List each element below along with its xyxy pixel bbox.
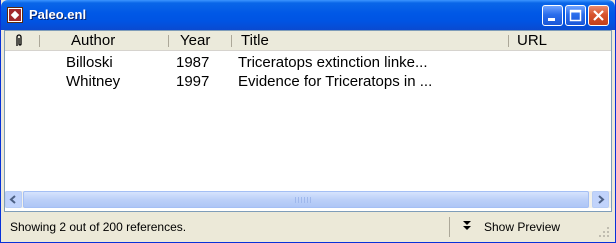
author-cell: Whitney: [66, 73, 121, 90]
scroll-left-button[interactable]: [5, 191, 22, 208]
endnote-app-icon[interactable]: [7, 7, 23, 23]
reference-row[interactable]: Billoski 1987 Triceratops extinction lin…: [5, 53, 611, 72]
chevron-left-icon: [9, 195, 16, 204]
column-header-bar: Author Year Title URL: [5, 31, 611, 51]
title-bar[interactable]: Paleo.enl: [1, 0, 615, 30]
show-preview-label: Show Preview: [484, 220, 561, 234]
status-text: Showing 2 out of 200 references.: [10, 220, 187, 234]
column-separator[interactable]: [168, 35, 169, 47]
scroll-right-button[interactable]: [592, 191, 609, 208]
column-separator[interactable]: [39, 35, 40, 47]
reference-list[interactable]: Author Year Title URL Billoski 1987 Tric…: [4, 30, 612, 212]
title-cell: Evidence for Triceratops in ...: [238, 73, 433, 90]
reference-library-window: Paleo.enl Author Year Title URL Billoski: [0, 0, 616, 243]
column-separator[interactable]: [508, 35, 509, 47]
maximize-button[interactable]: [565, 5, 586, 26]
scrollbar-thumb[interactable]: [23, 191, 589, 208]
status-bar: Showing 2 out of 200 references. Show Pr…: [4, 214, 612, 240]
title-cell: Triceratops extinction linke...: [238, 54, 428, 71]
minimize-icon: [548, 18, 555, 21]
reference-row[interactable]: Whitney 1997 Evidence for Triceratops in…: [5, 72, 611, 91]
column-header-title[interactable]: Title: [241, 31, 269, 50]
status-divider: [449, 217, 450, 237]
close-icon: [593, 10, 604, 21]
author-cell: Billoski: [66, 54, 113, 71]
column-separator[interactable]: [231, 35, 232, 47]
chevron-right-icon: [598, 195, 605, 204]
thumb-grip: [295, 197, 311, 203]
year-cell: 1987: [176, 54, 210, 71]
column-header-url[interactable]: URL: [517, 31, 547, 50]
year-cell: 1997: [176, 73, 210, 90]
window-title: Paleo.enl: [29, 7, 87, 22]
column-header-author[interactable]: Author: [71, 31, 115, 50]
maximize-icon: [569, 9, 582, 22]
double-chevron-down-icon: [463, 221, 471, 230]
minimize-button[interactable]: [542, 5, 563, 26]
resize-grip-icon[interactable]: [598, 226, 610, 238]
close-button[interactable]: [588, 5, 609, 26]
show-preview-button[interactable]: Show Preview: [456, 217, 584, 237]
horizontal-scrollbar[interactable]: [5, 191, 611, 208]
column-header-year[interactable]: Year: [180, 31, 210, 50]
paperclip-icon[interactable]: [13, 33, 25, 54]
